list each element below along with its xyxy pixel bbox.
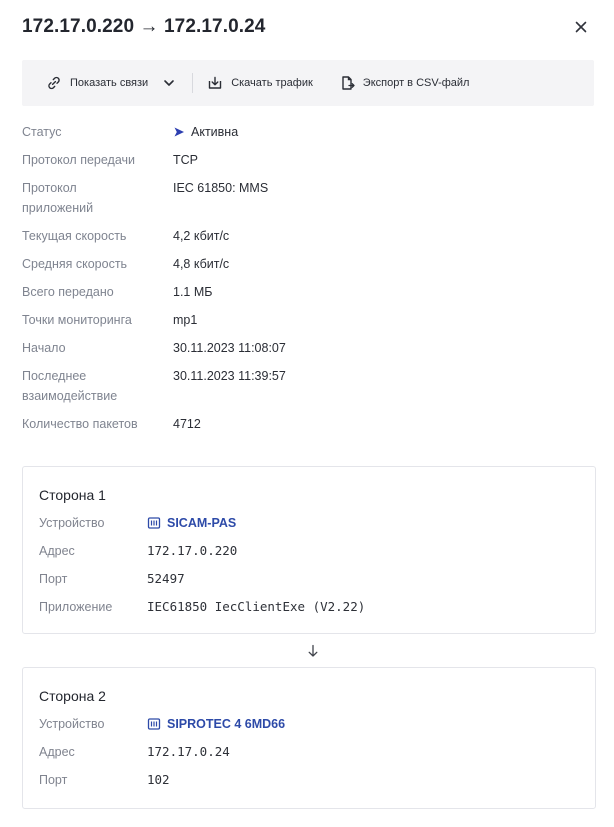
download-traffic-label: Скачать трафик — [231, 77, 313, 89]
prop-app-protocol: Протокол приложений IEC 61850: MMS — [22, 178, 582, 218]
file-export-icon — [339, 75, 355, 91]
prop-value: TCP — [173, 153, 198, 167]
prop-key: Протокол передачи — [22, 153, 136, 167]
arrow-down-icon — [306, 643, 320, 659]
side-1-device-row: Устройство SICAM-PAS — [39, 513, 579, 533]
toolbar-divider — [192, 73, 194, 93]
prop-monitoring-points: Точки мониторинга mp1 — [22, 310, 582, 330]
toolbar: Показать связи Скачать трафик Экспорт в … — [22, 60, 594, 106]
side-2-address: 172.17.0.24 — [147, 744, 230, 759]
prop-current-speed: Текущая скорость 4,2 кбит/с — [22, 226, 582, 246]
side-1-port: 52497 — [147, 571, 185, 586]
export-csv-button[interactable]: Экспорт в CSV-файл — [339, 75, 470, 91]
prop-value: 4,8 кбит/с — [173, 257, 230, 271]
device-icon — [147, 717, 161, 731]
prop-value: 1.1 МБ — [173, 285, 213, 299]
prop-value: mp1 — [173, 313, 198, 327]
prop-value: 4,2 кбит/с — [173, 229, 230, 243]
side-1-app: IEC61850 IecClientExe (V2.22) — [147, 599, 366, 614]
side-key: Порт — [39, 572, 68, 586]
side-1-device-name: SICAM-PAS — [167, 516, 237, 530]
side-2-port-row: Порт 102 — [39, 770, 579, 790]
status-active-icon — [173, 122, 185, 142]
prop-last-interaction: Последнее взаимодействие 30.11.2023 11:3… — [22, 366, 582, 406]
prop-key: Статус — [22, 125, 62, 139]
status-value: Активна — [191, 125, 239, 139]
prop-key: Количество пакетов — [22, 417, 138, 431]
connection-properties: Статус Активна Протокол передачи TCP Про… — [22, 122, 582, 442]
side-2-device-link[interactable]: SIPROTEC 4 6MD66 — [147, 714, 285, 734]
prop-transport: Протокол передачи TCP — [22, 150, 582, 170]
page-title: 172.17.0.220 → 172.17.0.24 — [22, 16, 266, 37]
side-key: Устройство — [39, 717, 105, 731]
link-icon — [46, 75, 62, 91]
prop-key: Средняя скорость — [22, 257, 128, 271]
side-1-port-row: Порт 52497 — [39, 569, 579, 589]
side-2-device-row: Устройство SIPROTEC 4 6MD66 — [39, 714, 579, 734]
prop-key: Начало — [22, 341, 66, 355]
side-2-address-row: Адрес 172.17.0.24 — [39, 742, 579, 762]
prop-value: 4712 — [173, 417, 201, 431]
side-1-address: 172.17.0.220 — [147, 543, 238, 558]
side-key: Приложение — [39, 600, 113, 614]
prop-key: Протокол приложений — [22, 181, 94, 215]
side-1-app-row: Приложение IEC61850 IecClientExe (V2.22) — [39, 597, 579, 617]
prop-status: Статус Активна — [22, 122, 582, 142]
side-key: Устройство — [39, 516, 105, 530]
close-icon — [575, 21, 587, 33]
prop-key: Текущая скорость — [22, 229, 127, 243]
download-traffic-button[interactable]: Скачать трафик — [207, 75, 313, 91]
side-2-title: Сторона 2 — [39, 688, 106, 704]
side-1-title: Сторона 1 — [39, 487, 106, 503]
side-1-address-row: Адрес 172.17.0.220 — [39, 541, 579, 561]
prop-key: Всего передано — [22, 285, 114, 299]
download-icon — [207, 75, 223, 91]
side-2-card: Сторона 2 Устройство SIPROTEC 4 6MD66 Ад… — [22, 667, 596, 809]
side-1-device-link[interactable]: SICAM-PAS — [147, 513, 236, 533]
show-links-label: Показать связи — [70, 77, 149, 89]
export-csv-label: Экспорт в CSV-файл — [362, 77, 470, 89]
prop-avg-speed: Средняя скорость 4,8 кбит/с — [22, 254, 582, 274]
chevron-down-icon[interactable] — [162, 76, 176, 90]
close-button[interactable] — [572, 18, 590, 36]
prop-start: Начало 30.11.2023 11:08:07 — [22, 338, 582, 358]
side-key: Порт — [39, 773, 68, 787]
prop-packet-count: Количество пакетов 4712 — [22, 414, 582, 434]
device-icon — [147, 516, 161, 530]
prop-value: IEC 61850: MMS — [173, 181, 269, 195]
prop-total-transferred: Всего передано 1.1 МБ — [22, 282, 582, 302]
side-2-port: 102 — [147, 772, 170, 787]
prop-value: 30.11.2023 11:39:57 — [173, 369, 286, 383]
prop-key: Точки мониторинга — [22, 313, 132, 327]
prop-value: 30.11.2023 11:08:07 — [173, 341, 286, 355]
side-key: Адрес — [39, 544, 75, 558]
side-key: Адрес — [39, 745, 75, 759]
prop-key: Последнее взаимодействие — [22, 369, 118, 403]
side-2-device-name: SIPROTEC 4 6MD66 — [167, 717, 286, 731]
connection-header: 172.17.0.220 → 172.17.0.24 — [22, 14, 594, 40]
show-links-button[interactable]: Показать связи — [46, 75, 148, 91]
side-1-card: Сторона 1 Устройство SICAM-PAS Адрес 172… — [22, 466, 596, 634]
